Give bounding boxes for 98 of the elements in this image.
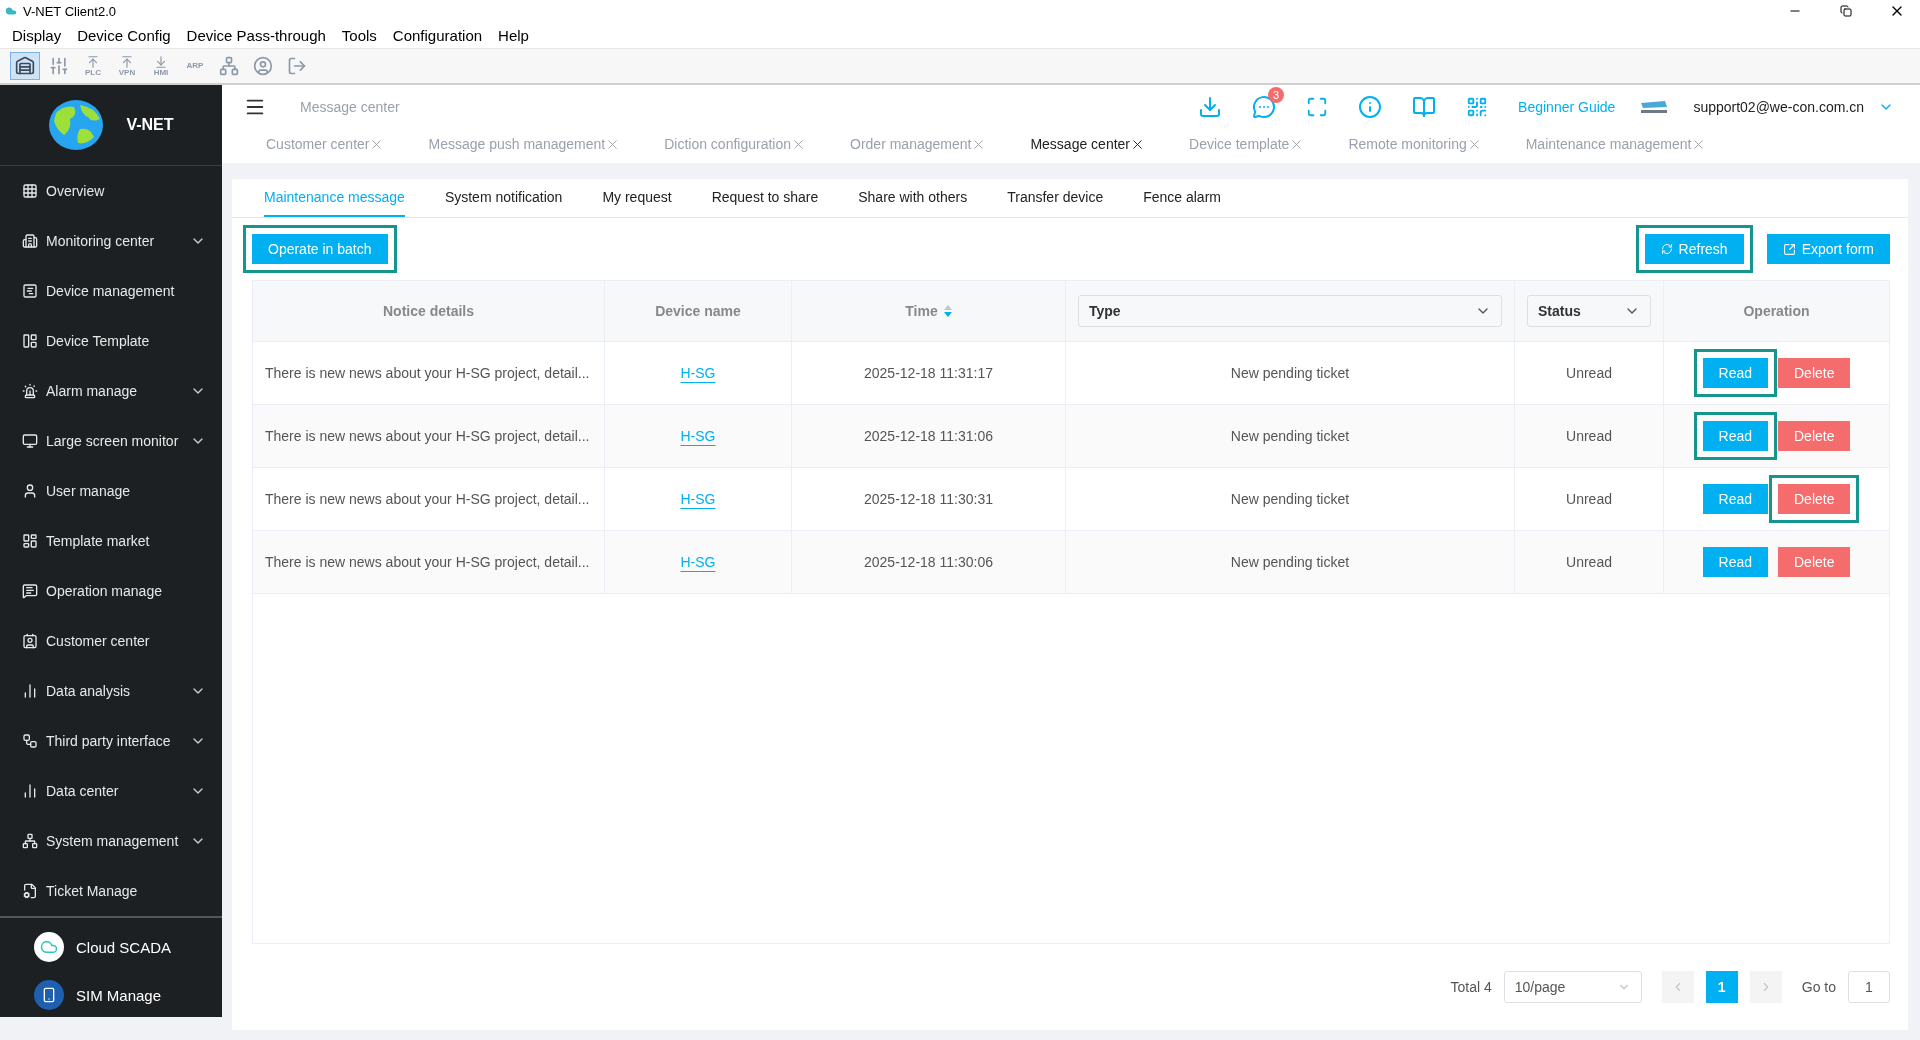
cloud-icon: [34, 932, 64, 962]
document-icon: [22, 883, 38, 899]
company-logo-icon: [1639, 99, 1670, 115]
bar-chart-icon: [22, 683, 38, 699]
export-icon: [1782, 242, 1796, 256]
sidebar-item[interactable]: User manage: [0, 466, 222, 516]
user-email[interactable]: support02@we-con.com.cn: [1693, 99, 1864, 115]
table-cell: 2025-12-18 11:30:31: [864, 491, 993, 507]
table-cell: Unread: [1566, 554, 1612, 570]
sidebar-item[interactable]: Data center: [0, 766, 222, 816]
tab[interactable]: Fence alarm: [1143, 179, 1221, 217]
sidebar-item[interactable]: Alarm manage: [0, 366, 222, 416]
column-header: Notice details: [383, 303, 474, 319]
grid-icon: [22, 183, 38, 199]
monitor-icon: [22, 433, 38, 449]
sidebar-item[interactable]: Template market: [0, 516, 222, 566]
goto-label: Go to: [1801, 979, 1836, 995]
home-icon: [15, 56, 35, 76]
sidebar-item[interactable]: Operation manage: [0, 566, 222, 616]
download-icon: [154, 55, 168, 69]
sidebar-item[interactable]: Customer center: [0, 616, 222, 666]
toolbar-button[interactable]: [10, 52, 40, 80]
sidebar-item[interactable]: Large screen monitor: [0, 416, 222, 466]
network-icon: [219, 56, 239, 76]
tab[interactable]: My request: [602, 179, 672, 217]
app-link[interactable]: SIM Manage: [34, 974, 222, 1016]
brand-name: V-NET: [126, 116, 174, 134]
window-title: V-NET Client2.0: [23, 3, 117, 19]
refresh-icon: [1660, 243, 1673, 255]
bar-chart-icon: [22, 783, 38, 799]
book-icon[interactable]: [1412, 95, 1437, 119]
message-icon: [22, 583, 38, 599]
column-header: Operation: [1743, 303, 1810, 319]
table-cell: There is new news about your H-SG project, detail...: [265, 491, 590, 507]
table-cell: New pending ticket: [1230, 365, 1350, 381]
app-link[interactable]: Cloud SCADA: [34, 926, 222, 968]
table-cell: 2025-12-18 11:30:06: [864, 554, 993, 570]
table-cell: There is new news about your H-SG project, detail...: [265, 554, 590, 570]
menu-item[interactable]: Device Config: [69, 23, 179, 47]
siren-icon: [22, 383, 38, 399]
menu-item[interactable]: Tools: [333, 23, 385, 47]
page-tab[interactable]: Message center: [1030, 136, 1146, 152]
sidebar-item[interactable]: Monitoring center: [0, 216, 222, 266]
list-icon: [22, 283, 38, 299]
table-cell: There is new news about your H-SG project, detail...: [265, 428, 590, 444]
table-cell: New pending ticket: [1230, 428, 1350, 444]
column-header: Device name: [655, 303, 741, 319]
info-icon[interactable]: [1358, 95, 1383, 119]
table-cell: New pending ticket: [1230, 554, 1350, 570]
menu-item[interactable]: Configuration: [384, 23, 491, 47]
menu-item[interactable]: Display: [4, 23, 70, 47]
notification-badge: 3: [1268, 87, 1285, 103]
sidebar-item[interactable]: System management: [0, 816, 222, 866]
sidebar-item[interactable]: Device management: [0, 266, 222, 316]
table-cell: Unread: [1566, 365, 1612, 381]
table-cell: Unread: [1566, 491, 1612, 507]
total-count: Total 4: [1450, 979, 1492, 995]
sidebar-item[interactable]: Overview: [0, 166, 222, 216]
hierarchy-icon: [22, 833, 38, 849]
table-cell: Unread: [1566, 428, 1612, 444]
fullscreen-icon[interactable]: [1306, 96, 1329, 118]
building-icon: [22, 233, 38, 249]
restore-icon: [1840, 5, 1852, 17]
tab[interactable]: System notification: [444, 179, 563, 217]
sidebar-item[interactable]: Data analysis: [0, 666, 222, 716]
sidebar-item[interactable]: Ticket Manage: [0, 866, 222, 916]
table-cell: 2025-12-18 11:31:06: [864, 428, 993, 444]
menu-item[interactable]: Device Pass-through: [178, 23, 334, 47]
user-icon: [253, 56, 273, 76]
globe-logo-icon: [48, 99, 105, 151]
table-cell: New pending ticket: [1230, 491, 1350, 507]
upload-icon: [120, 55, 134, 69]
menu-item[interactable]: Help: [490, 23, 537, 47]
table-cell: 2025-12-18 11:31:17: [864, 365, 993, 381]
table-cell: There is new news about your H-SG project, detail...: [265, 365, 590, 381]
workflow-icon: [22, 733, 38, 749]
cloud-icon: [4, 4, 18, 18]
tab[interactable]: Share with others: [858, 179, 968, 217]
user-icon: [22, 483, 38, 499]
page-size-select[interactable]: 10/page: [1503, 971, 1642, 1003]
download-icon[interactable]: [1198, 95, 1223, 119]
dashboard-icon: [22, 533, 38, 549]
goto-input[interactable]: 1: [1848, 971, 1890, 1003]
contact-icon: [22, 633, 38, 649]
sidebar-item[interactable]: Device Template: [0, 316, 222, 366]
sidebar-item[interactable]: Third party interface: [0, 716, 222, 766]
sort-icon: [943, 305, 952, 317]
breadcrumb: Message center: [300, 99, 401, 115]
filter-select[interactable]: Status: [1527, 295, 1651, 327]
logout-icon: [287, 56, 307, 76]
tab[interactable]: Transfer device: [1007, 179, 1104, 217]
sliders-icon: [49, 56, 69, 76]
filter-select[interactable]: Type: [1078, 295, 1502, 327]
sim-card-icon: [34, 980, 64, 1010]
qr-code-icon[interactable]: [1466, 96, 1489, 118]
tab[interactable]: Request to share: [711, 179, 819, 217]
upload-icon: [86, 55, 100, 69]
layout-icon: [22, 333, 38, 349]
